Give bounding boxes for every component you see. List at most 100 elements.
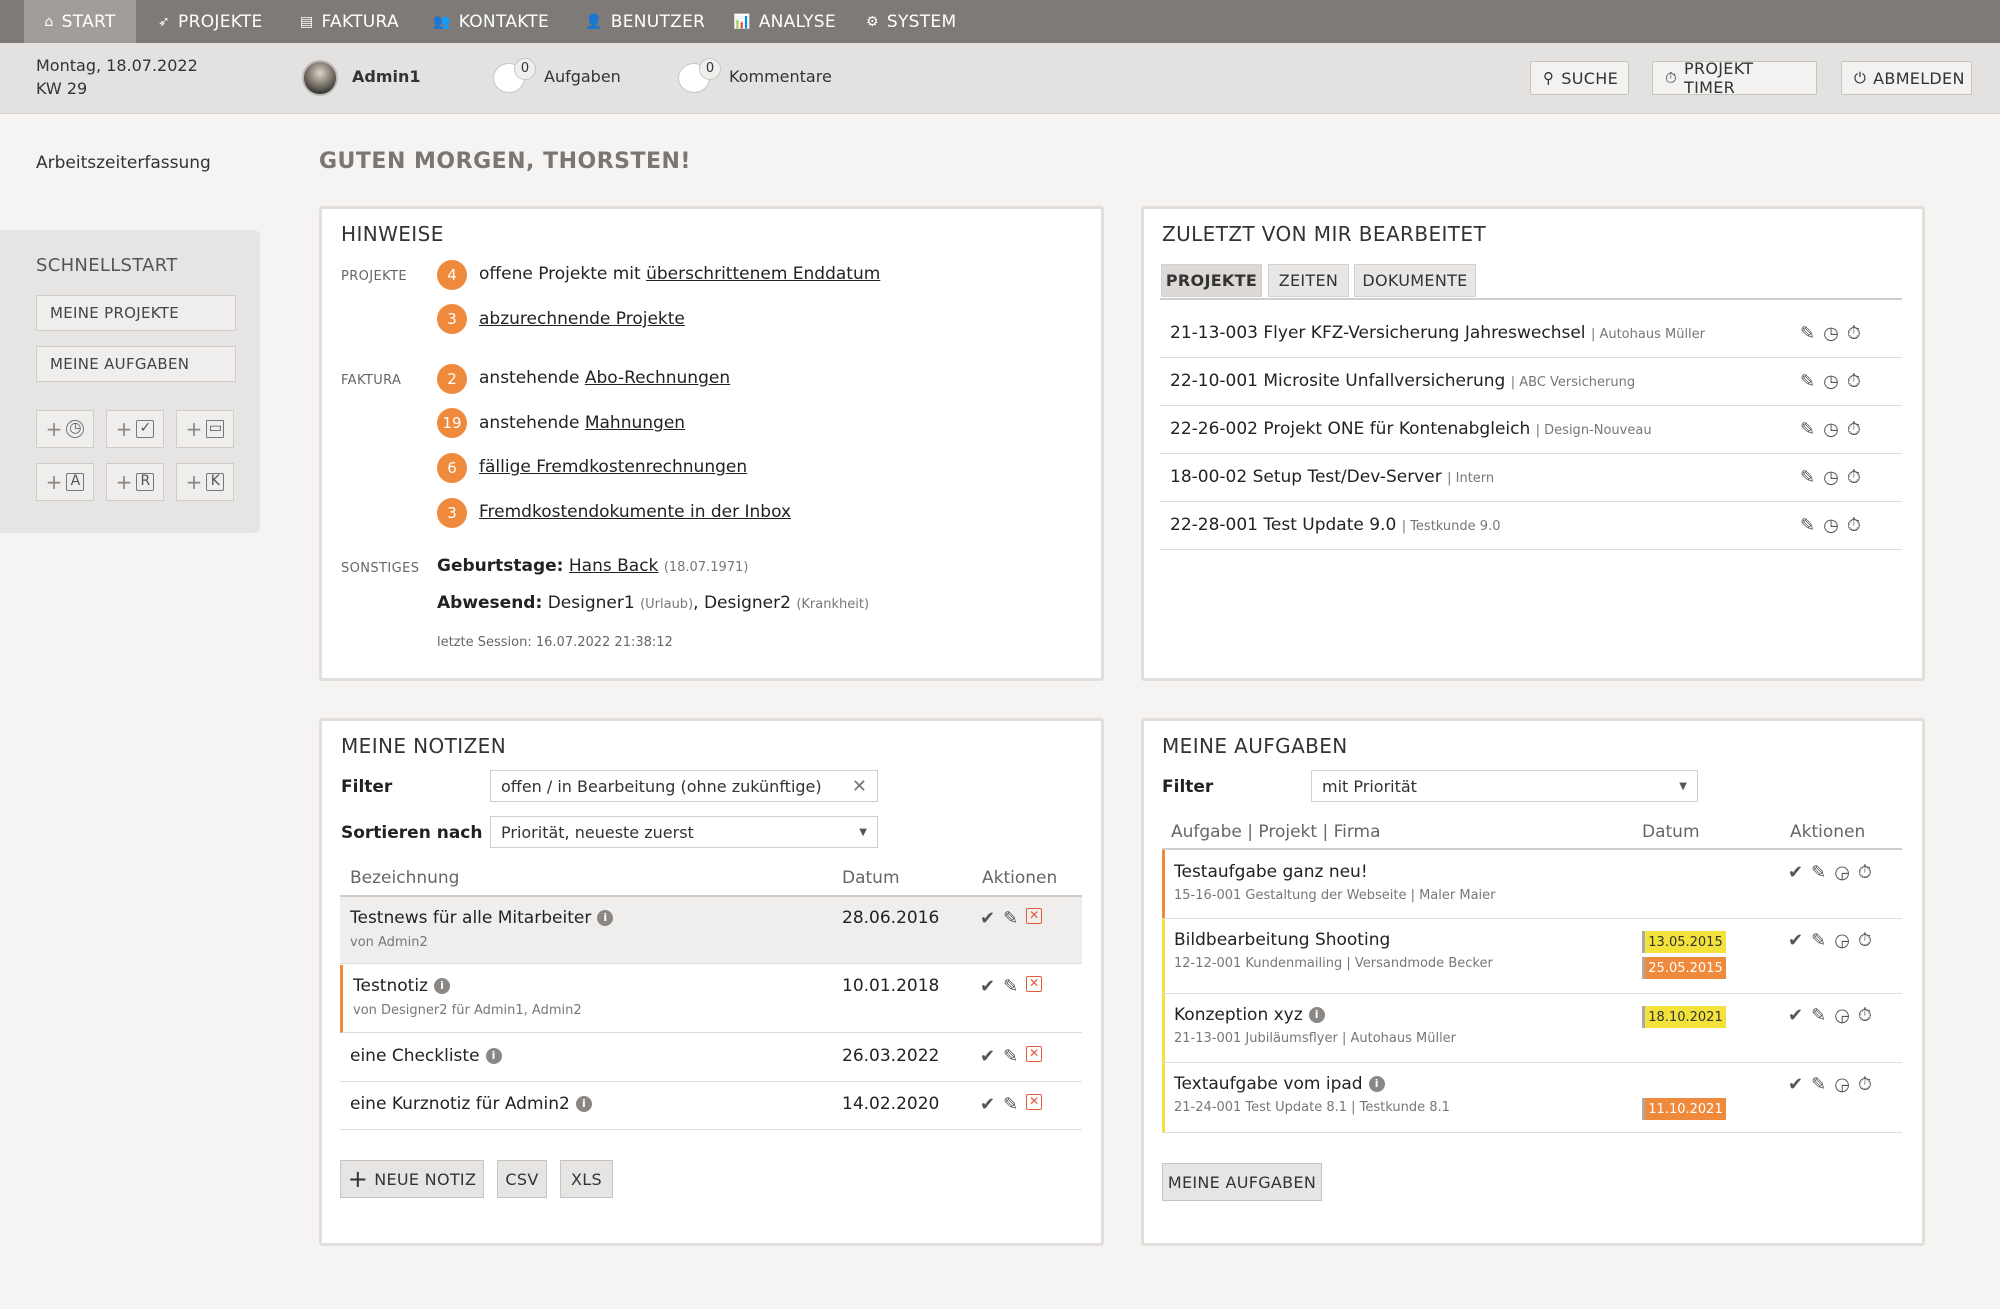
info-icon[interactable]: i (433, 978, 450, 994)
notice-link[interactable]: Abo-Rechnungen (585, 368, 730, 388)
info-icon[interactable]: i (597, 910, 614, 926)
table-row[interactable]: Testnews für alle Mitarbeiter i von Admin… (340, 897, 1082, 964)
notice-link[interactable]: abzurechnende Projekte (479, 309, 685, 329)
edit-icon[interactable]: ✎ (1003, 976, 1018, 997)
tasks-filter-select[interactable]: mit Priorität ▼ (1311, 770, 1698, 802)
nav-projekte[interactable]: ➶ PROJEKTE (158, 0, 263, 43)
clock-icon[interactable]: ◷ (1823, 323, 1839, 344)
quick-add-a-button[interactable]: + A (36, 463, 94, 501)
clock-icon[interactable]: ◷ (1823, 371, 1839, 392)
edit-icon[interactable]: ✎ (1811, 930, 1826, 951)
edit-icon[interactable]: ✎ (1800, 323, 1815, 344)
tab-zeiten[interactable]: ZEITEN (1268, 264, 1349, 297)
recent-row[interactable]: 22-28-001 Test Update 9.0 | Testkunde 9.… (1160, 502, 1902, 550)
info-icon[interactable]: i (575, 1096, 592, 1112)
info-icon[interactable]: i (1368, 1076, 1385, 1092)
stopwatch-icon[interactable]: ⏱ (1847, 323, 1861, 344)
check-icon[interactable]: ✔ (980, 1094, 995, 1115)
quick-add-folder-button[interactable]: + ▭ (176, 410, 234, 448)
new-note-button[interactable]: + NEUE NOTIZ (340, 1160, 484, 1198)
quick-add-task-button[interactable]: + ✓ (106, 410, 164, 448)
table-row[interactable]: eine Kurznotiz für Admin2 i 14.02.2020 ✔ ✎… (340, 1082, 1082, 1130)
nav-analyse[interactable]: 📊 ANALYSE (733, 0, 836, 43)
quick-add-r-button[interactable]: + R (106, 463, 164, 501)
nav-benutzer[interactable]: 👤 BENUTZER (585, 0, 705, 43)
table-row[interactable]: eine Checkliste i 26.03.2022 ✔ ✎ ✕ (340, 1034, 1082, 1082)
edit-icon[interactable]: ✎ (1811, 1005, 1826, 1026)
delete-icon[interactable]: ✕ (1026, 908, 1043, 924)
edit-icon[interactable]: ✎ (1800, 515, 1815, 536)
edit-icon[interactable]: ✎ (1003, 1046, 1018, 1067)
info-icon[interactable]: i (1308, 1007, 1325, 1023)
nav-system[interactable]: ⚙ SYSTEM (866, 0, 956, 43)
check-icon[interactable]: ✔ (1788, 930, 1803, 951)
nav-faktura[interactable]: ▤ FAKTURA (300, 0, 399, 43)
search-button[interactable]: ⚲ SUCHE (1530, 61, 1629, 95)
xls-export-button[interactable]: XLS (560, 1160, 613, 1198)
info-icon[interactable]: i (485, 1048, 502, 1064)
check-icon[interactable]: ✔ (980, 976, 995, 997)
edit-icon[interactable]: ✎ (1003, 1094, 1018, 1115)
stopwatch-icon[interactable]: ⏱ (1858, 862, 1872, 883)
notes-filter-select[interactable]: offen / in Bearbeitung (ohne zukünftige)… (490, 770, 878, 802)
notice-link[interactable]: überschrittenem Enddatum (646, 264, 880, 284)
quick-add-time-button[interactable]: + ◷ (36, 410, 94, 448)
check-icon[interactable]: ✔ (980, 1046, 995, 1067)
notice-link[interactable]: Fremdkostendokumente in der Inbox (479, 502, 791, 522)
recent-row[interactable]: 22-26-002 Projekt ONE für Kontenabgleich… (1160, 406, 1902, 454)
edit-icon[interactable]: ✎ (1800, 419, 1815, 440)
stopwatch-icon[interactable]: ⏱ (1847, 515, 1861, 536)
table-row[interactable]: Testnotiz i von Designer2 für Admin1, Adm… (340, 965, 1082, 1033)
check-icon[interactable]: ✔ (1788, 862, 1803, 883)
comments-link[interactable]: Kommentare (729, 67, 832, 86)
recent-row[interactable]: 22-10-001 Microsite Unfallversicherung |… (1160, 358, 1902, 406)
tab-projekte[interactable]: PROJEKTE (1161, 264, 1262, 297)
birthday-link[interactable]: Hans Back (569, 556, 659, 576)
notice-link[interactable]: Mahnungen (585, 413, 685, 433)
my-tasks-button[interactable]: MEINE AUFGABEN (36, 346, 236, 382)
my-tasks-button[interactable]: MEINE AUFGABEN (1162, 1163, 1322, 1201)
table-row[interactable]: Konzeption xyz i 21-13-001 Jubiläumsflyer… (1162, 994, 1902, 1063)
stopwatch-icon[interactable]: ⏱ (1847, 467, 1861, 488)
recent-row[interactable]: 21-13-003 Flyer KFZ-Versicherung Jahresw… (1160, 310, 1902, 358)
clock-icon[interactable]: ◷ (1823, 419, 1839, 440)
stopwatch-icon[interactable]: ⏱ (1847, 419, 1861, 440)
notice-link[interactable]: fällige Fremdkostenrechnungen (479, 457, 747, 477)
history-icon[interactable]: ◶ (1834, 862, 1850, 883)
edit-icon[interactable]: ✎ (1800, 371, 1815, 392)
history-icon[interactable]: ◶ (1834, 1074, 1850, 1095)
stopwatch-icon[interactable]: ⏱ (1847, 371, 1861, 392)
sidebar-link-arbeitszeiterfassung[interactable]: Arbeitszeiterfassung (36, 153, 211, 173)
logout-button[interactable]: ⏻ ABMELDEN (1841, 61, 1972, 95)
nav-start[interactable]: ⌂ START (24, 0, 136, 43)
tasks-link[interactable]: Aufgaben (544, 67, 621, 86)
my-projects-button[interactable]: MEINE PROJEKTE (36, 295, 236, 331)
stopwatch-icon[interactable]: ⏱ (1858, 930, 1872, 951)
stopwatch-icon[interactable]: ⏱ (1858, 1005, 1872, 1026)
tab-dokumente[interactable]: DOKUMENTE (1354, 264, 1476, 297)
delete-icon[interactable]: ✕ (1026, 976, 1043, 992)
user-name[interactable]: Admin1 (352, 67, 421, 86)
edit-icon[interactable]: ✎ (1811, 1074, 1826, 1095)
nav-kontakte[interactable]: 👥 KONTAKTE (433, 0, 549, 43)
clear-filter-icon[interactable]: ✕ (852, 776, 867, 797)
notes-sort-select[interactable]: Priorität, neueste zuerst ▼ (490, 816, 878, 848)
project-timer-button[interactable]: ⏱ PROJEKT TIMER (1652, 59, 1817, 97)
history-icon[interactable]: ◶ (1834, 1005, 1850, 1026)
table-row[interactable]: Bildbearbeitung Shooting 12-12-001 Kunde… (1162, 919, 1902, 994)
check-icon[interactable]: ✔ (1788, 1005, 1803, 1026)
clock-icon[interactable]: ◷ (1823, 515, 1839, 536)
table-row[interactable]: Testaufgabe ganz neu! 15-16-001 Gestaltu… (1162, 850, 1902, 919)
edit-icon[interactable]: ✎ (1811, 862, 1826, 883)
check-icon[interactable]: ✔ (980, 908, 995, 929)
clock-icon[interactable]: ◷ (1823, 467, 1839, 488)
check-icon[interactable]: ✔ (1788, 1074, 1803, 1095)
edit-icon[interactable]: ✎ (1003, 908, 1018, 929)
avatar[interactable] (302, 60, 338, 96)
table-row[interactable]: Textaufgabe vom ipad i 21-24-001 Test Upd… (1162, 1063, 1902, 1133)
recent-row[interactable]: 18-00-02 Setup Test/Dev-Server | Intern ✎… (1160, 454, 1902, 502)
edit-icon[interactable]: ✎ (1800, 467, 1815, 488)
history-icon[interactable]: ◶ (1834, 930, 1850, 951)
csv-export-button[interactable]: CSV (497, 1160, 547, 1198)
stopwatch-icon[interactable]: ⏱ (1858, 1074, 1872, 1095)
